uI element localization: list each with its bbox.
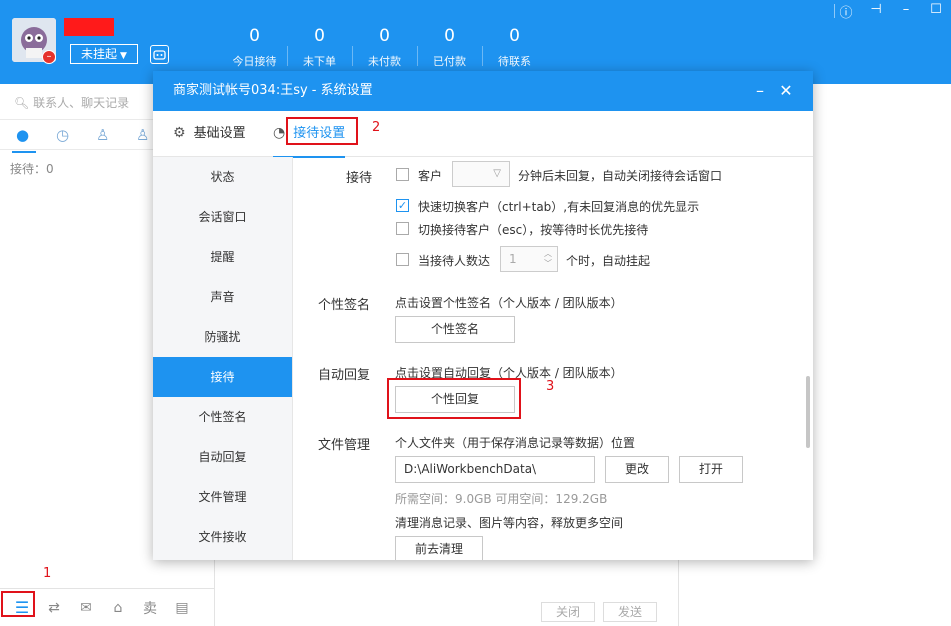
timer-icon: ◔ xyxy=(273,125,286,141)
tab-label: 基础设置 xyxy=(193,126,246,141)
status-dropdown[interactable]: 未挂起 ▼ xyxy=(70,44,138,64)
annotation-number: 3 xyxy=(546,379,555,394)
checkbox-quick-switch[interactable]: ✓ xyxy=(396,199,409,212)
section-label-file-management: 文件管理 xyxy=(318,438,371,453)
stat-paid[interactable]: 0 已付款 xyxy=(417,26,482,69)
shop-icon[interactable]: ⌂ xyxy=(102,600,134,616)
minutes-select[interactable]: ▽ xyxy=(452,161,510,187)
option-label: 分钟后未回复，自动关闭接待会话窗口 xyxy=(518,169,723,183)
folder-desc: 个人文件夹（用于保存消息记录等数据）位置 xyxy=(395,436,636,450)
stat-value: 0 xyxy=(314,26,325,46)
chevron-down-icon: ▽ xyxy=(493,168,501,179)
signature-button[interactable]: 个性签名 xyxy=(395,316,515,343)
transfer-icon[interactable]: ⇄ xyxy=(38,600,70,616)
contact-icon[interactable]: ♙ xyxy=(96,126,136,144)
annotation-box xyxy=(1,591,35,617)
mail-icon[interactable]: ✉ xyxy=(70,600,102,616)
clean-desc: 清理消息记录、图片等内容，释放更多空间 xyxy=(395,516,624,530)
folder-path-field[interactable]: D:\AliWorkbenchData\ xyxy=(395,456,595,483)
settings-dialog: 商家测试帐号034:王sy - 系统设置 – ✕ ⚙ 基础设置 ◔ 接待设置 状态 … xyxy=(153,71,813,560)
robot-icon[interactable] xyxy=(150,45,169,64)
annotation-number: 1 xyxy=(43,566,52,581)
stat-label: 未下单 xyxy=(303,55,336,68)
nav-item-auto-reply[interactable]: 自动回复 xyxy=(153,437,292,477)
change-button[interactable]: 更改 xyxy=(605,456,669,483)
nav-item-chat-window[interactable]: 会话窗口 xyxy=(153,197,292,237)
signature-desc: 点击设置个性签名（个人版本 / 团队版本） xyxy=(395,296,623,310)
dialog-title: 商家测试帐号034:王sy - 系统设置 xyxy=(173,83,373,98)
checkbox-auto-close[interactable] xyxy=(396,168,409,181)
pin-icon[interactable]: ⊣ xyxy=(861,2,891,21)
dialog-tabs: ⚙ 基础设置 ◔ 接待设置 xyxy=(153,111,813,158)
stat-value: 0 xyxy=(444,26,455,46)
search-placeholder: 联系人、聊天记录 xyxy=(33,96,130,110)
settings-nav: 状态 会话窗口 提醒 声音 防骚扰 接待 个性签名 自动回复 文件管理 文件接收 xyxy=(153,157,293,560)
status-label: 未挂起 xyxy=(81,47,118,61)
search-icon: 🔍︎ xyxy=(14,96,30,110)
option-label: 快速切换客户（ctrl+tab）,有未回复消息的优先显示 xyxy=(418,200,700,214)
nav-item-reception[interactable]: 接待 xyxy=(153,357,292,397)
stat-label: 已付款 xyxy=(433,55,466,68)
stat-not-ordered[interactable]: 0 未下单 xyxy=(287,26,352,69)
nav-item-signature[interactable]: 个性签名 xyxy=(153,397,292,437)
option-label: 客户 xyxy=(418,169,443,183)
stat-label: 未付款 xyxy=(368,55,401,68)
annotation-box xyxy=(387,378,521,419)
settings-content: 接待 客户 ▽ 分钟后未回复，自动关闭接待会话窗口 ✓ 快速切换客户（ctrl+… xyxy=(294,157,813,560)
dialog-titlebar: 商家测试帐号034:王sy - 系统设置 – ✕ xyxy=(153,71,813,111)
maximize-icon[interactable]: ☐ xyxy=(921,2,951,21)
open-button[interactable]: 打开 xyxy=(679,456,743,483)
nav-item-file-receive[interactable]: 文件接收 xyxy=(153,517,292,557)
stat-value: 0 xyxy=(379,26,390,46)
reception-count-stepper[interactable]: 1 ︿ ﹀ xyxy=(500,246,558,272)
clock-icon[interactable]: ◷ xyxy=(56,126,96,144)
nav-item-anti-harassment[interactable]: 防骚扰 xyxy=(153,317,292,357)
chat-actions: 关闭 发送 xyxy=(533,602,658,622)
section-label-reception: 接待 xyxy=(346,171,373,186)
minimize-icon[interactable]: – xyxy=(891,2,921,21)
gear-icon: ⚙ xyxy=(173,125,186,141)
stat-value: 0 xyxy=(249,26,260,46)
annotation-number: 2 xyxy=(372,120,381,135)
annotation-box xyxy=(286,117,358,145)
option-label: 个时，自动挂起 xyxy=(566,254,651,268)
checkbox-switch-by-wait[interactable] xyxy=(396,222,409,235)
offline-badge-icon: – xyxy=(42,50,56,64)
help-icon[interactable]: ⓘ xyxy=(831,2,861,21)
close-button[interactable]: 关闭 xyxy=(541,602,596,622)
stat-value: 0 xyxy=(509,26,520,46)
clean-button[interactable]: 前去清理 xyxy=(395,536,483,560)
stat-label: 今日接待 xyxy=(232,55,277,68)
option-label: 当接待人数达 xyxy=(418,254,491,268)
section-label-auto-reply: 自动回复 xyxy=(318,368,371,383)
close-icon[interactable]: ✕ xyxy=(773,71,799,111)
section-label-signature: 个性签名 xyxy=(318,298,371,313)
chevron-down-icon: ▼ xyxy=(120,51,127,61)
stepper-arrows-icon[interactable]: ︿ ﹀ xyxy=(544,249,552,269)
nav-item-file-management[interactable]: 文件管理 xyxy=(153,477,292,517)
checkbox-auto-suspend[interactable] xyxy=(396,253,409,266)
option-label: 切换接待客户（esc），按等待时长优先接待 xyxy=(418,223,649,237)
stat-to-contact[interactable]: 0 待联系 xyxy=(482,26,547,69)
send-button[interactable]: 发送 xyxy=(603,602,658,622)
tab-basic-settings[interactable]: ⚙ 基础设置 xyxy=(173,111,246,157)
stat-today-reception[interactable]: 0 今日接待 xyxy=(222,26,287,69)
stepper-value: 1 xyxy=(509,252,517,266)
stats-bar: 0 今日接待 0 未下单 0 未付款 0 已付款 0 待联系 xyxy=(222,26,547,69)
stat-label: 待联系 xyxy=(498,55,531,68)
nav-item-status[interactable]: 状态 xyxy=(153,157,292,197)
sell-icon[interactable]: 卖 xyxy=(134,598,166,618)
chat-bubble-icon[interactable]: ● xyxy=(12,126,56,153)
nav-item-reminder[interactable]: 提醒 xyxy=(153,237,292,277)
stat-unpaid[interactable]: 0 未付款 xyxy=(352,26,417,69)
dialog-controls: – ✕ xyxy=(747,71,799,111)
panel-icon[interactable]: ▤ xyxy=(166,600,198,616)
window-controls: ⓘ ⊣ – ☐ xyxy=(831,2,951,21)
nav-item-sound[interactable]: 声音 xyxy=(153,277,292,317)
account-name-redacted xyxy=(64,18,114,36)
minimize-icon[interactable]: – xyxy=(747,71,773,111)
disk-space-info: 所需空间：9.0GB 可用空间：129.2GB xyxy=(395,492,608,506)
scrollbar[interactable] xyxy=(806,376,810,448)
